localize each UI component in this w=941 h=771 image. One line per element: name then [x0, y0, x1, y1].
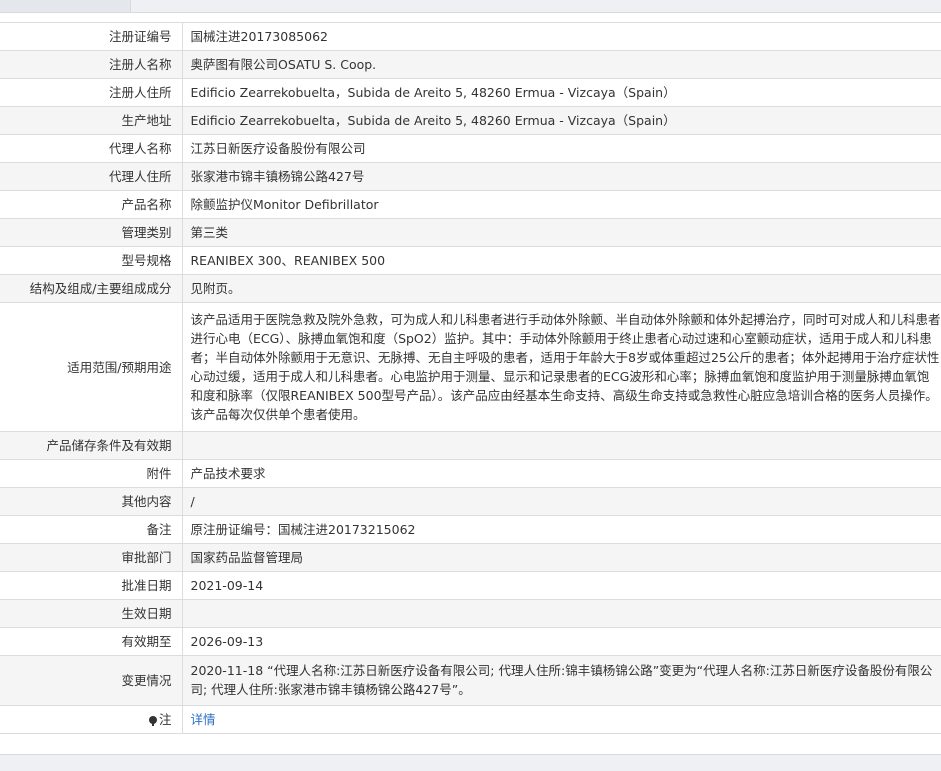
row-approval-department: 审批部门 国家药品监督管理局	[0, 543, 941, 572]
row-value: 2021-09-14	[182, 571, 941, 600]
row-value: 见附页。	[182, 274, 941, 303]
row-value: 2026-09-13	[182, 627, 941, 656]
row-value: 详情	[182, 705, 941, 734]
row-value: 产品技术要求	[182, 459, 941, 488]
row-change-history: 变更情况 2020-11-18 “代理人名称:江苏日新医疗设备有限公司; 代理人…	[0, 655, 941, 706]
bottom-bar	[0, 754, 941, 771]
row-remarks: 备注 原注册证编号：国械注进20173215062	[0, 515, 941, 544]
row-value: 该产品适用于医院急救及院外急救，可为成人和儿科患者进行手动体外除颤、半自动体外除…	[182, 302, 941, 432]
row-attachment: 附件 产品技术要求	[0, 459, 941, 488]
row-management-category: 管理类别 第三类	[0, 218, 941, 247]
row-label: 管理类别	[0, 218, 183, 247]
row-value: 除颤监护仪Monitor Defibrillator	[182, 190, 941, 219]
row-production-address: 生产地址 Edificio Zearrekobuelta，Subida de A…	[0, 106, 941, 135]
row-registrant-name: 注册人名称 奥萨图有限公司OSATU S. Coop.	[0, 50, 941, 79]
row-label: 注册证编号	[0, 22, 183, 51]
row-effective-date: 生效日期	[0, 599, 941, 628]
row-label: 代理人住所	[0, 162, 183, 191]
row-valid-until: 有效期至 2026-09-13	[0, 627, 941, 656]
row-label: 产品储存条件及有效期	[0, 431, 183, 460]
row-label: 型号规格	[0, 246, 183, 275]
row-model-spec: 型号规格 REANIBEX 300、REANIBEX 500	[0, 246, 941, 275]
row-other-content: 其他内容 /	[0, 487, 941, 516]
row-value: Edificio Zearrekobuelta，Subida de Areito…	[182, 78, 941, 107]
row-agent-address: 代理人住所 张家港市锦丰镇杨锦公路427号	[0, 162, 941, 191]
row-value: 第三类	[182, 218, 941, 247]
row-label: 结构及组成/主要组成成分	[0, 274, 183, 303]
row-structure-composition: 结构及组成/主要组成成分 见附页。	[0, 274, 941, 303]
row-value	[182, 431, 941, 460]
row-label: 注	[0, 705, 183, 734]
registration-info-table: 注册证编号 国械注进20173085062 注册人名称 奥萨图有限公司OSATU…	[0, 22, 941, 734]
row-label: 生效日期	[0, 599, 183, 628]
pin-icon	[148, 716, 157, 726]
row-label: 备注	[0, 515, 183, 544]
row-label: 有效期至	[0, 627, 183, 656]
row-registration-number: 注册证编号 国械注进20173085062	[0, 22, 941, 51]
row-value: REANIBEX 300、REANIBEX 500	[182, 246, 941, 275]
row-label: 其他内容	[0, 487, 183, 516]
row-value: 张家港市锦丰镇杨锦公路427号	[182, 162, 941, 191]
row-registrant-address: 注册人住所 Edificio Zearrekobuelta，Subida de …	[0, 78, 941, 107]
row-value: 国家药品监督管理局	[182, 543, 941, 572]
row-storage-conditions: 产品储存条件及有效期	[0, 431, 941, 460]
row-label: 适用范围/预期用途	[0, 302, 183, 432]
row-label: 注册人住所	[0, 78, 183, 107]
row-label: 产品名称	[0, 190, 183, 219]
row-intended-use: 适用范围/预期用途 该产品适用于医院急救及院外急救，可为成人和儿科患者进行手动体…	[0, 302, 941, 432]
row-agent-name: 代理人名称 江苏日新医疗设备股份有限公司	[0, 134, 941, 163]
row-label: 附件	[0, 459, 183, 488]
row-label: 注册人名称	[0, 50, 183, 79]
row-value: Edificio Zearrekobuelta，Subida de Areito…	[182, 106, 941, 135]
row-note: 注 详情	[0, 705, 941, 734]
row-value: 2020-11-18 “代理人名称:江苏日新医疗设备有限公司; 代理人住所:锦丰…	[182, 655, 941, 706]
note-label: 注	[158, 712, 172, 727]
top-tab[interactable]	[0, 0, 131, 12]
row-value	[182, 599, 941, 628]
row-label: 审批部门	[0, 543, 183, 572]
row-value: 奥萨图有限公司OSATU S. Coop.	[182, 50, 941, 79]
row-product-name: 产品名称 除颤监护仪Monitor Defibrillator	[0, 190, 941, 219]
row-label: 批准日期	[0, 571, 183, 600]
row-value: 国械注进20173085062	[182, 22, 941, 51]
row-label: 生产地址	[0, 106, 183, 135]
row-approval-date: 批准日期 2021-09-14	[0, 571, 941, 600]
top-tab-bar	[0, 0, 941, 13]
row-value: 江苏日新医疗设备股份有限公司	[182, 134, 941, 163]
row-label: 变更情况	[0, 655, 183, 706]
row-value: 原注册证编号：国械注进20173215062	[182, 515, 941, 544]
row-label: 代理人名称	[0, 134, 183, 163]
details-link[interactable]: 详情	[191, 712, 216, 727]
row-value: /	[182, 487, 941, 516]
